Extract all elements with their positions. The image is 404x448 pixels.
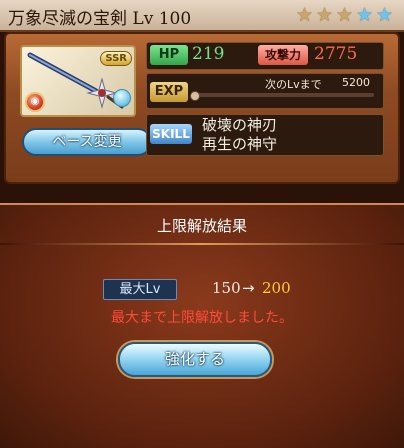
- star-blue-icon: ★: [355, 4, 374, 26]
- next-lv-value: 5200: [342, 76, 370, 89]
- max-lv-label: 最大Lv: [103, 279, 177, 300]
- star-gold-icon: ★: [335, 4, 354, 26]
- skill-label: SKILL: [150, 124, 192, 144]
- weapon-image[interactable]: SSR ◉: [20, 45, 136, 117]
- limit-break-result-panel: 上限解放結果 最大Lv 150 → 200 最大まで上限解放しました。 強化する: [0, 203, 404, 448]
- attack-label: 攻撃力: [258, 45, 308, 65]
- arrow-right-icon: →: [242, 279, 255, 297]
- divider: [0, 243, 404, 245]
- next-lv-text: 次のLvまで: [265, 78, 322, 91]
- lv-to: 200: [262, 279, 291, 297]
- base-change-button[interactable]: ベース変更: [22, 128, 152, 156]
- title-bar: 万象尽滅の宝剣 Lv 100 ★ ★ ★ ★ ★: [0, 0, 404, 32]
- ssr-badge: SSR: [100, 51, 132, 66]
- fire-element-icon: ◉: [25, 92, 45, 112]
- attack-value: 2775: [314, 44, 358, 64]
- enhance-button[interactable]: 強化する: [118, 342, 272, 377]
- star-blue-icon: ★: [375, 4, 394, 26]
- exp-bar: [192, 93, 374, 97]
- star-gold-icon: ★: [315, 4, 334, 26]
- exp-label: EXP: [150, 82, 188, 102]
- hp-value: 219: [192, 44, 225, 64]
- weapon-title: 万象尽滅の宝剣 Lv 100: [8, 9, 192, 29]
- rarity-stars: ★ ★ ★ ★ ★: [295, 6, 394, 25]
- star-gold-icon: ★: [295, 4, 314, 26]
- exp-bar-knob: [190, 91, 200, 101]
- result-message: 最大まで上限解放しました。: [111, 310, 293, 326]
- skill-2[interactable]: 再生の神守: [202, 133, 277, 154]
- skill-orb-icon: [113, 89, 131, 107]
- hp-label: HP: [150, 45, 188, 65]
- skill-1[interactable]: 破壊の神刃: [202, 114, 277, 135]
- result-title: 上限解放結果: [156, 217, 247, 235]
- lv-from: 150: [212, 279, 241, 297]
